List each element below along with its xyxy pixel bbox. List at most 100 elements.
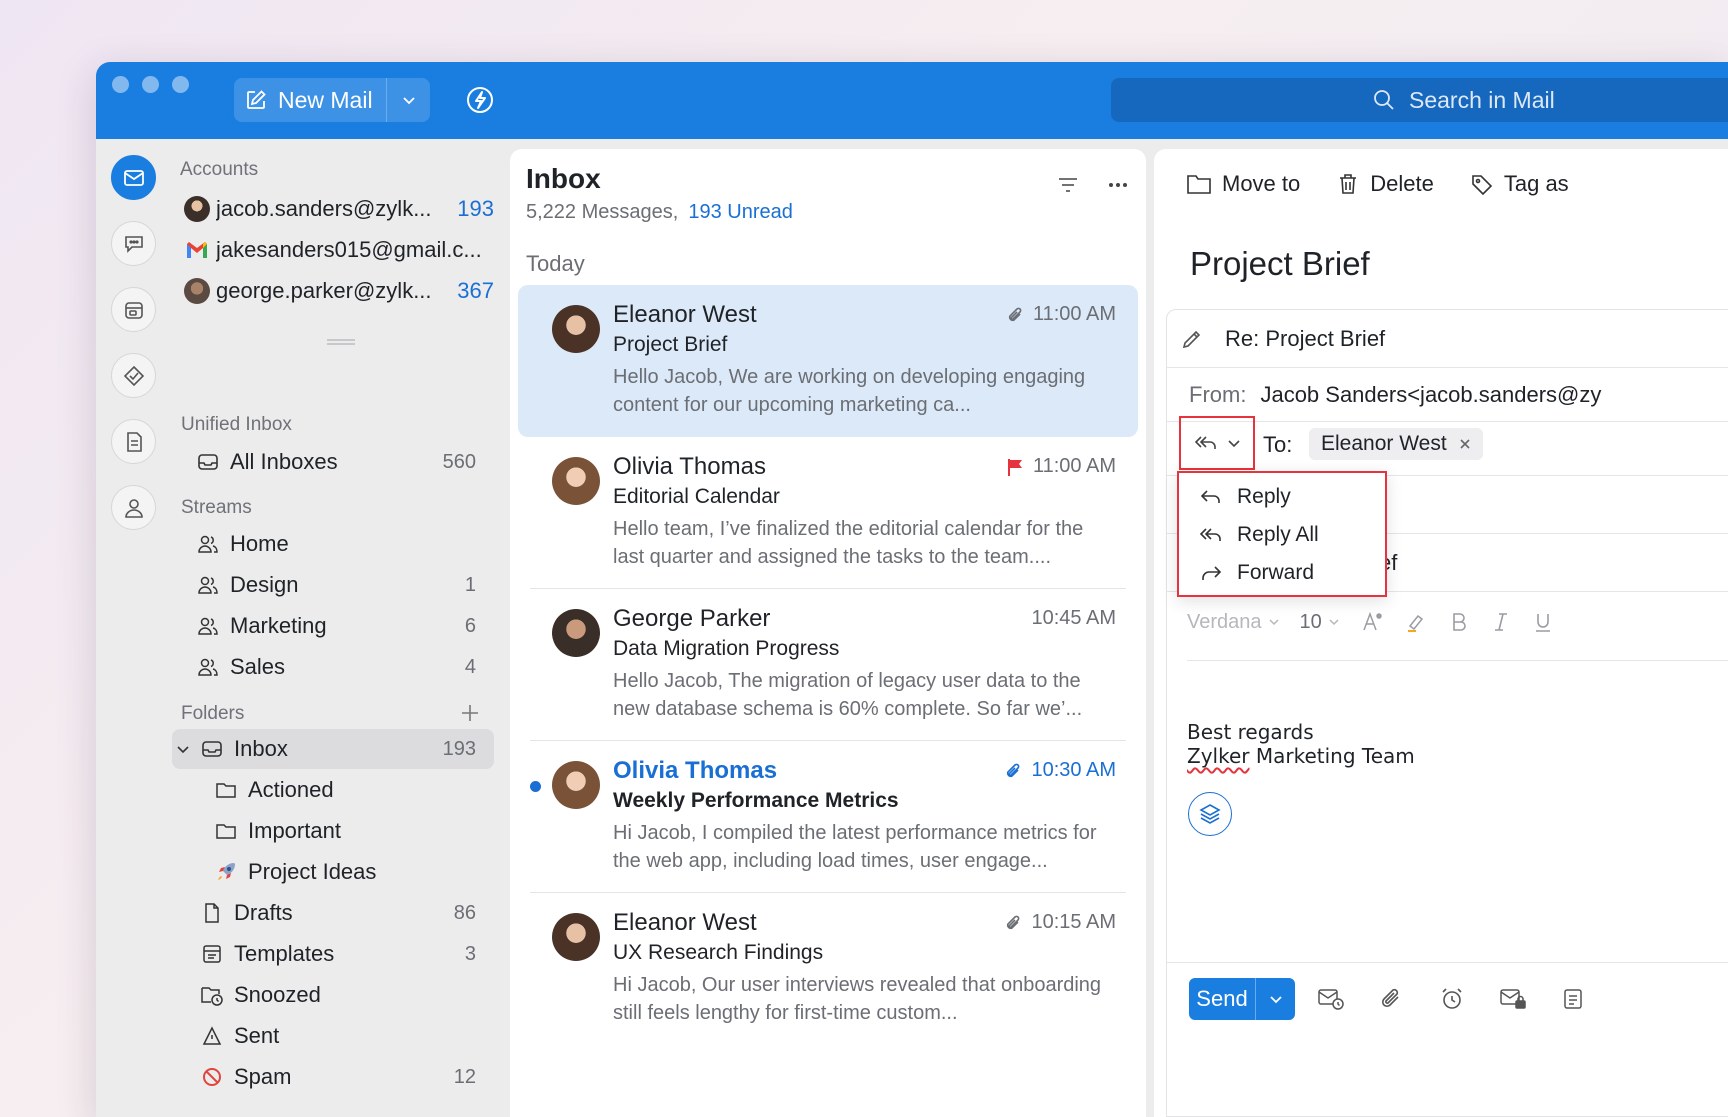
pencil-icon bbox=[1181, 328, 1203, 350]
chevron-down-icon bbox=[1329, 619, 1339, 626]
template-icon bbox=[200, 942, 224, 966]
close-icon[interactable] bbox=[1459, 438, 1471, 450]
group-icon bbox=[196, 573, 220, 597]
nav-stream-home[interactable]: Home bbox=[196, 524, 476, 564]
menu-item-forward[interactable]: Forward bbox=[1179, 554, 1385, 592]
list-header: Inbox 5,222 Messages, 193 Unread bbox=[526, 163, 793, 224]
message-sender: Olivia Thomas bbox=[613, 757, 778, 784]
nav-stream-marketing[interactable]: Marketing 6 bbox=[196, 606, 476, 646]
chevron-down-icon bbox=[1268, 619, 1279, 626]
window-controls bbox=[112, 76, 189, 93]
secure-mail-icon[interactable] bbox=[1499, 986, 1527, 1012]
titlebar: New Mail Search in Mail bbox=[96, 62, 1728, 139]
message-preview: Hi Jacob, Our user interviews revealed t… bbox=[613, 974, 1102, 1024]
message-row[interactable]: George Parker 10:45 AM Data Migration Pr… bbox=[518, 589, 1138, 741]
more-tools-icon[interactable] bbox=[1561, 986, 1585, 1012]
zoom-window-button[interactable] bbox=[172, 76, 189, 93]
unread-dot bbox=[530, 781, 541, 792]
plus-icon bbox=[462, 705, 478, 721]
instant-action-icon[interactable] bbox=[464, 84, 496, 116]
nav-folder-sent[interactable]: Sent bbox=[200, 1016, 476, 1056]
list-toolbar bbox=[1056, 173, 1130, 197]
layers-icon[interactable] bbox=[1188, 792, 1232, 836]
attachment-icon[interactable] bbox=[1379, 986, 1405, 1012]
reply-all-icon bbox=[1194, 436, 1216, 449]
send-button[interactable]: Send bbox=[1189, 986, 1255, 1012]
format-toolbar: Verdana 10 bbox=[1187, 610, 1554, 634]
calendar-app-button[interactable] bbox=[111, 287, 156, 332]
misspelled-word[interactable]: Zylker bbox=[1187, 744, 1250, 768]
mail-app-button[interactable] bbox=[111, 155, 156, 200]
message-sender: Eleanor West bbox=[613, 301, 757, 328]
tasks-app-button[interactable] bbox=[111, 353, 156, 398]
send-options-dropdown[interactable] bbox=[1256, 992, 1295, 1006]
font-family-select[interactable]: Verdana bbox=[1187, 611, 1280, 634]
italic-icon[interactable] bbox=[1490, 611, 1512, 633]
nav-folder-templates[interactable]: Templates 3 bbox=[200, 934, 476, 974]
minimize-window-button[interactable] bbox=[142, 76, 159, 93]
nav-folder-spam[interactable]: Spam 12 bbox=[200, 1057, 476, 1097]
nav-folder-important[interactable]: Important bbox=[214, 811, 476, 851]
reminder-alarm-icon[interactable] bbox=[1439, 986, 1465, 1012]
chat-app-button[interactable] bbox=[111, 221, 156, 266]
compose-subject-row: Re: Project Brief bbox=[1167, 310, 1728, 368]
font-color-icon[interactable] bbox=[1360, 610, 1384, 634]
folder-icon bbox=[214, 819, 238, 843]
new-mail-dropdown[interactable] bbox=[387, 78, 430, 122]
resize-handle[interactable] bbox=[327, 339, 355, 345]
font-size-select[interactable]: 10 bbox=[1300, 611, 1340, 634]
contacts-app-button[interactable] bbox=[111, 485, 156, 530]
search-bar[interactable]: Search in Mail bbox=[1111, 78, 1728, 122]
account-item-3[interactable]: george.parker@zylk... 367 bbox=[184, 274, 494, 308]
new-mail-button[interactable]: New Mail bbox=[234, 78, 386, 122]
highlight-icon[interactable] bbox=[1404, 610, 1428, 634]
nav-folder-actioned[interactable]: Actioned bbox=[214, 770, 476, 810]
more-options-icon[interactable] bbox=[1106, 173, 1130, 197]
compose-subject[interactable]: Re: Project Brief bbox=[1225, 326, 1385, 352]
menu-item-reply-all[interactable]: Reply All bbox=[1179, 516, 1385, 554]
add-folder-button[interactable] bbox=[460, 703, 480, 723]
nav-folder-drafts[interactable]: Drafts 86 bbox=[200, 893, 476, 933]
signature[interactable]: Best regards Zylker Marketing Team bbox=[1187, 720, 1415, 768]
move-to-button[interactable]: Move to bbox=[1186, 171, 1300, 197]
bold-icon[interactable] bbox=[1448, 611, 1470, 633]
account-item-1[interactable]: jacob.sanders@zylk... 193 bbox=[184, 192, 494, 226]
message-sender: Olivia Thomas bbox=[613, 453, 766, 480]
unified-inbox-heading: Unified Inbox bbox=[181, 414, 292, 435]
menu-item-reply[interactable]: Reply bbox=[1179, 478, 1385, 516]
list-summary: 5,222 Messages, 193 Unread bbox=[526, 201, 793, 224]
nav-folder-inbox[interactable]: Inbox 193 bbox=[172, 729, 494, 769]
nav-folder-snoozed[interactable]: Snoozed bbox=[200, 975, 476, 1015]
close-window-button[interactable] bbox=[112, 76, 129, 93]
compose-icon bbox=[244, 88, 268, 112]
avatar bbox=[552, 305, 600, 353]
message-row[interactable]: Olivia Thomas 10:30 AM Weekly Performanc… bbox=[518, 741, 1138, 893]
chevron-down-icon[interactable] bbox=[176, 742, 194, 756]
nav-all-inboxes[interactable]: All Inboxes 560 bbox=[196, 442, 476, 482]
nav-stream-design[interactable]: Design 1 bbox=[196, 565, 476, 605]
message-row[interactable]: Eleanor West 10:15 AM UX Research Findin… bbox=[518, 893, 1138, 1045]
underline-icon[interactable] bbox=[1532, 611, 1554, 633]
chevron-down-icon bbox=[402, 97, 415, 105]
spam-icon bbox=[200, 1065, 224, 1089]
message-preview: Hello Jacob, The migration of legacy use… bbox=[613, 670, 1083, 720]
tag-as-button[interactable]: Tag as bbox=[1470, 171, 1569, 197]
nav-folder-project-ideas[interactable]: Project Ideas bbox=[214, 852, 476, 892]
flag-icon[interactable] bbox=[1005, 457, 1025, 477]
account-item-2[interactable]: jakesanders015@gmail.c... bbox=[184, 233, 494, 267]
schedule-mail-icon[interactable] bbox=[1317, 986, 1345, 1012]
app-rail bbox=[96, 139, 168, 1117]
unread-count-link[interactable]: 193 Unread bbox=[688, 201, 793, 223]
trash-icon bbox=[1340, 174, 1357, 194]
notes-app-button[interactable] bbox=[111, 419, 156, 464]
recipient-chip[interactable]: Eleanor West bbox=[1309, 428, 1483, 460]
nav-stream-sales[interactable]: Sales 4 bbox=[196, 647, 476, 687]
from-address[interactable]: Jacob Sanders<jacob.sanders@zy bbox=[1260, 382, 1601, 408]
message-time: 10:30 AM bbox=[1003, 759, 1116, 782]
message-row[interactable]: Olivia Thomas 11:00 AM Editorial Calenda… bbox=[518, 437, 1138, 589]
reply-mode-dropdown[interactable] bbox=[1179, 416, 1255, 470]
message-time: 10:15 AM bbox=[1003, 911, 1116, 934]
filter-icon[interactable] bbox=[1056, 173, 1080, 197]
message-row[interactable]: Eleanor West 11:00 AM Project Brief Hell… bbox=[518, 285, 1138, 437]
delete-button[interactable]: Delete bbox=[1336, 171, 1434, 197]
